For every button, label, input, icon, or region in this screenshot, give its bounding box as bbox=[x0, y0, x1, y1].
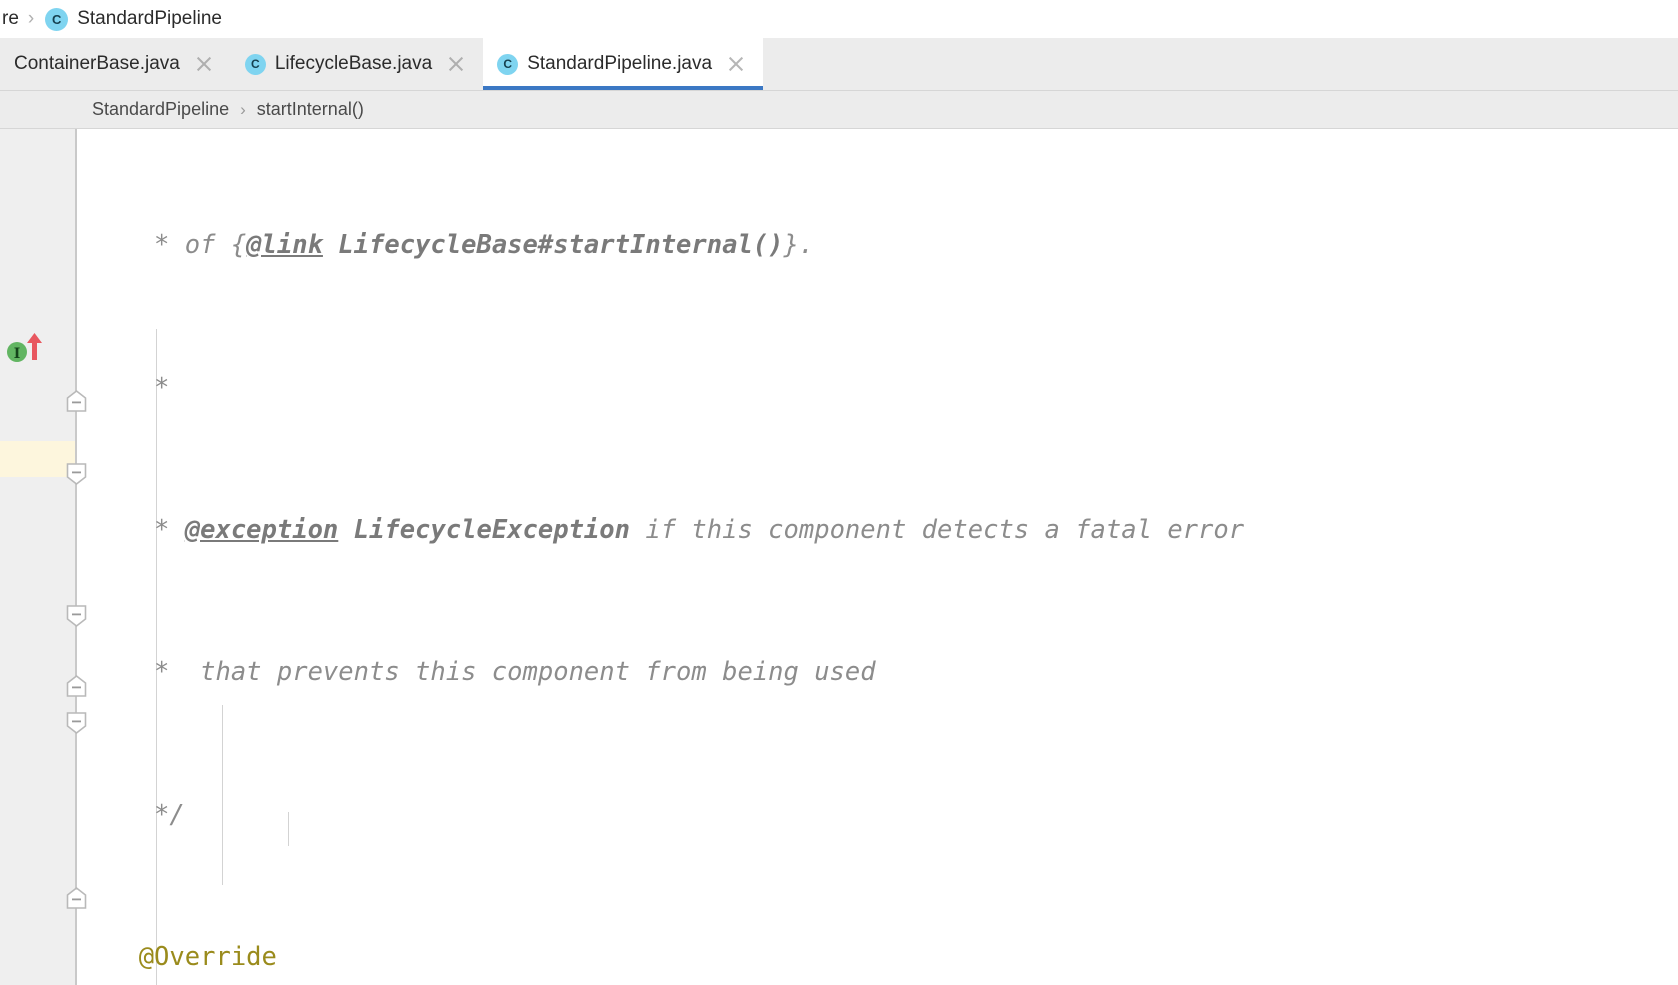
tab-label: ContainerBase.java bbox=[14, 53, 180, 74]
nav-crumb-class-label: StandardPipeline bbox=[77, 8, 222, 29]
code-line[interactable]: * bbox=[0, 371, 1678, 407]
breadcrumb-separator-icon: › bbox=[240, 99, 246, 119]
code-line-text: * bbox=[108, 372, 170, 403]
nav-crumb-package[interactable]: re bbox=[0, 0, 21, 38]
breadcrumb-item-class[interactable]: StandardPipeline bbox=[92, 99, 229, 120]
tab-label: LifecycleBase.java bbox=[274, 53, 433, 74]
breadcrumb: StandardPipeline › startInternal() bbox=[0, 91, 1678, 129]
tab-label: StandardPipeline.java bbox=[527, 53, 713, 74]
close-icon[interactable] bbox=[193, 53, 215, 75]
fold-collapse-icon[interactable] bbox=[64, 461, 89, 486]
indent-guide bbox=[288, 812, 289, 846]
code-editor[interactable]: I * of {@link LifecycleBase#startInterna… bbox=[0, 129, 1678, 985]
code-line-text: */ bbox=[108, 799, 185, 830]
code-line[interactable]: * of {@link LifecycleBase#startInternal(… bbox=[0, 230, 1678, 264]
code-line-text: @Override bbox=[108, 942, 277, 973]
fold-collapse-icon[interactable] bbox=[64, 389, 89, 414]
svg-text:I: I bbox=[14, 346, 21, 362]
code-line-text: * of {@link LifecycleBase#startInternal(… bbox=[108, 230, 815, 261]
close-icon[interactable] bbox=[445, 53, 467, 75]
tab-containerbase[interactable]: ContainerBase.java bbox=[0, 38, 231, 90]
fold-collapse-icon[interactable] bbox=[64, 886, 89, 911]
code-line[interactable]: */ bbox=[0, 798, 1678, 834]
close-icon[interactable] bbox=[725, 53, 747, 75]
breadcrumb-item-method[interactable]: startInternal() bbox=[257, 99, 364, 120]
code-line[interactable]: @Override bbox=[0, 940, 1678, 976]
code-line-text: * that prevents this component from bein… bbox=[108, 657, 876, 688]
code-line[interactable]: * that prevents this component from bein… bbox=[0, 655, 1678, 691]
code-line[interactable]: * @exception LifecycleException if this … bbox=[0, 513, 1678, 549]
fold-collapse-icon[interactable] bbox=[64, 710, 89, 735]
indent-guide bbox=[222, 705, 223, 885]
nav-crumb-package-label: re bbox=[2, 8, 19, 29]
fold-collapse-icon[interactable] bbox=[64, 674, 89, 699]
navigation-bar: re › C StandardPipeline bbox=[0, 0, 1678, 38]
tab-lifecyclebase[interactable]: C LifecycleBase.java bbox=[230, 38, 484, 90]
nav-crumb-class[interactable]: C StandardPipeline bbox=[43, 0, 224, 38]
nav-separator-icon: › bbox=[27, 8, 35, 29]
class-icon: C bbox=[244, 53, 266, 75]
tab-standardpipeline[interactable]: C StandardPipeline.java bbox=[483, 38, 764, 90]
fold-collapse-icon[interactable] bbox=[64, 603, 89, 628]
editor-tab-bar: ContainerBase.java C LifecycleBase.java … bbox=[0, 38, 1678, 91]
class-icon: C bbox=[45, 7, 69, 31]
override-arrow-icon[interactable]: I bbox=[4, 332, 50, 362]
code-line-text: * @exception LifecycleException if this … bbox=[108, 514, 1245, 545]
code-content[interactable]: * of {@link LifecycleBase#startInternal(… bbox=[0, 129, 1678, 985]
class-icon: C bbox=[497, 53, 519, 75]
